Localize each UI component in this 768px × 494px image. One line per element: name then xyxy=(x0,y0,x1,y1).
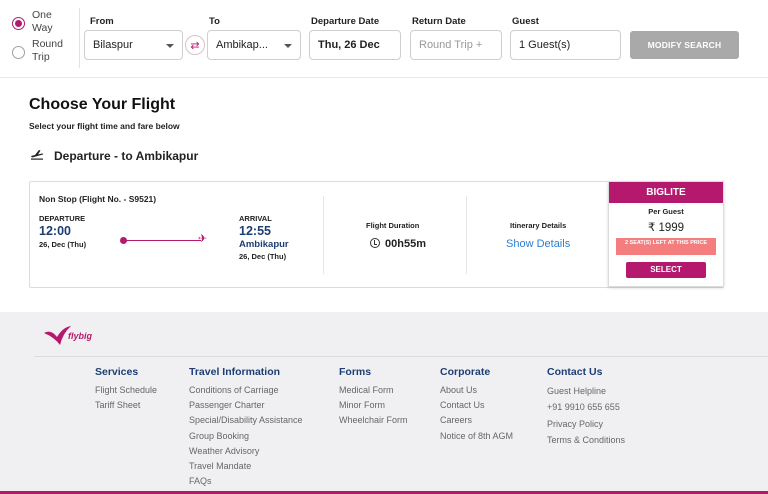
brand-name: flybig xyxy=(68,331,92,341)
fare-card: BIGLITE Per Guest ₹ 1999 2 SEAT(S) LEFT … xyxy=(608,181,724,287)
footer-heading: Corporate xyxy=(440,366,491,378)
fare-name: BIGLITE xyxy=(609,182,723,203)
footer-link[interactable]: Special/Disability Assistance xyxy=(189,413,303,428)
per-guest-label: Per Guest xyxy=(648,207,684,216)
footer-column-travel-information: Travel Information Conditions of Carriag… xyxy=(189,366,303,489)
footer-link[interactable]: Privacy Policy xyxy=(547,416,625,432)
select-fare-button[interactable]: SELECT xyxy=(626,262,706,278)
to-select[interactable]: Ambikap... xyxy=(207,30,301,60)
return-date-label: Return Date xyxy=(412,16,466,27)
footer-link[interactable]: Guest Helpline xyxy=(547,383,625,399)
footer-link[interactable]: Travel Mandate xyxy=(189,459,303,474)
footer-link[interactable]: Contact Us xyxy=(440,398,513,413)
footer-heading: Forms xyxy=(339,366,372,378)
footer-link[interactable]: Terms & Conditions xyxy=(547,432,625,448)
footer-column-contact-us: Contact Us Guest Helpline +91 9910 655 6… xyxy=(547,366,625,449)
footer-heading: Travel Information xyxy=(189,366,281,378)
divider xyxy=(323,196,324,274)
departure-date: 26, Dec (Thu) xyxy=(39,240,87,249)
footer: flybig Services Flight Schedule Tariff S… xyxy=(0,312,768,494)
itinerary-label: Itinerary Details xyxy=(510,221,567,230)
footer-link[interactable]: About Us xyxy=(440,383,513,398)
show-details-link[interactable]: Show Details xyxy=(506,238,570,250)
page-title: Choose Your Flight xyxy=(29,96,176,113)
seats-left-badge: 2 SEAT(S) LEFT AT THIS PRICE xyxy=(616,238,716,255)
swap-icon[interactable]: ⇄ xyxy=(185,35,205,55)
footer-divider xyxy=(34,356,768,357)
search-bar: One Way Round Trip From Bilaspur ⇄ To Am… xyxy=(0,0,768,78)
to-label: To xyxy=(209,16,220,27)
divider xyxy=(79,8,80,68)
footer-column-forms: Forms Medical Form Minor Form Wheelchair… xyxy=(339,366,408,429)
footer-link[interactable]: FAQs xyxy=(189,474,303,489)
chevron-down-icon xyxy=(166,44,174,48)
departure-date-field[interactable]: Thu, 26 Dec xyxy=(309,30,401,60)
footer-link[interactable]: Minor Form xyxy=(339,398,408,413)
arrival-time: 12:55 xyxy=(239,224,271,238)
trip-option-round-trip[interactable]: Round Trip xyxy=(12,38,68,64)
guest-label: Guest xyxy=(512,16,539,27)
from-value: Bilaspur xyxy=(93,39,133,51)
duration-value: 00h55m xyxy=(370,238,426,250)
arrival-label: ARRIVAL xyxy=(239,214,272,223)
divider xyxy=(466,196,467,274)
footer-link[interactable]: Medical Form xyxy=(339,383,408,398)
from-label: From xyxy=(90,16,114,27)
arrival-date: 26, Dec (Thu) xyxy=(239,252,287,261)
duration-text: 00h55m xyxy=(385,238,426,250)
clock-icon xyxy=(370,238,380,248)
footer-link[interactable]: Weather Advisory xyxy=(189,444,303,459)
departure-label: DEPARTURE xyxy=(39,214,86,223)
footer-link[interactable]: Notice of 8th AGM xyxy=(440,429,513,444)
footer-column-services: Services Flight Schedule Tariff Sheet xyxy=(95,366,157,413)
trip-option-label: One Way xyxy=(32,9,53,34)
arrival-city: Ambikapur xyxy=(239,239,289,250)
route-line xyxy=(123,240,201,241)
footer-column-corporate: Corporate About Us Contact Us Careers No… xyxy=(440,366,513,444)
footer-link[interactable]: Passenger Charter xyxy=(189,398,303,413)
footer-heading: Services xyxy=(95,366,139,378)
footer-link[interactable]: Flight Schedule xyxy=(95,383,157,398)
footer-heading: Contact Us xyxy=(547,366,603,378)
footer-link[interactable]: Wheelchair Form xyxy=(339,413,408,428)
modify-search-button[interactable]: MODIFY SEARCH xyxy=(630,31,739,59)
plane-icon: ✈ xyxy=(198,233,208,245)
footer-link[interactable]: Careers xyxy=(440,413,513,428)
trip-option-one-way[interactable]: One Way xyxy=(12,9,68,35)
trip-option-label: Round Trip xyxy=(32,38,63,63)
footer-link[interactable]: Group Booking xyxy=(189,429,303,444)
departure-date-label: Departure Date xyxy=(311,16,380,27)
fare-price: ₹ 1999 xyxy=(647,222,685,234)
guest-field[interactable]: 1 Guest(s) xyxy=(510,30,621,60)
duration-label: Flight Duration xyxy=(366,221,420,230)
radio-unselected-icon[interactable] xyxy=(12,46,25,59)
departure-heading: Departure - to Ambikapur xyxy=(30,148,198,163)
footer-link[interactable]: Tariff Sheet xyxy=(95,398,157,413)
radio-selected-icon[interactable] xyxy=(12,17,25,30)
return-date-field[interactable]: Round Trip + xyxy=(410,30,502,60)
takeoff-icon xyxy=(30,148,44,163)
footer-link[interactable]: +91 9910 655 655 xyxy=(547,399,625,415)
flight-number: Non Stop (Flight No. - S9521) xyxy=(39,194,157,204)
chevron-down-icon xyxy=(284,44,292,48)
from-select[interactable]: Bilaspur xyxy=(84,30,183,60)
departure-time: 12:00 xyxy=(39,224,71,238)
footer-link[interactable]: Conditions of Carriage xyxy=(189,383,303,398)
to-value: Ambikap... xyxy=(216,39,268,51)
departure-heading-text: Departure - to Ambikapur xyxy=(54,148,199,163)
page-subtitle: Select your flight time and fare below xyxy=(29,121,180,131)
